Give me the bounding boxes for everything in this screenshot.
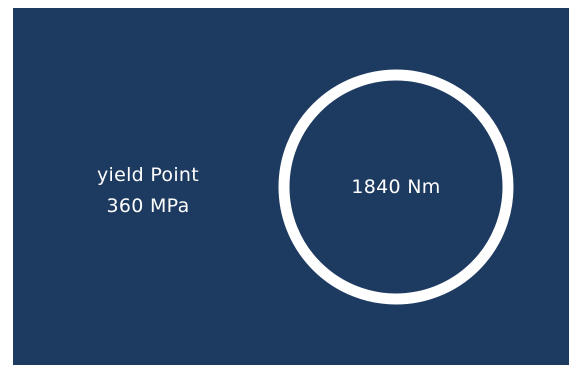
yield-point-block: yield Point 360 MPa — [73, 160, 223, 222]
yield-point-label: yield Point — [96, 164, 200, 186]
torque-value: 1840 Nm — [351, 176, 441, 198]
yield-point-value: 360 MPa — [106, 195, 190, 217]
info-panel: yield Point 360 MPa 1840 Nm — [13, 8, 569, 365]
torque-ring: 1840 Nm — [278, 69, 514, 305]
